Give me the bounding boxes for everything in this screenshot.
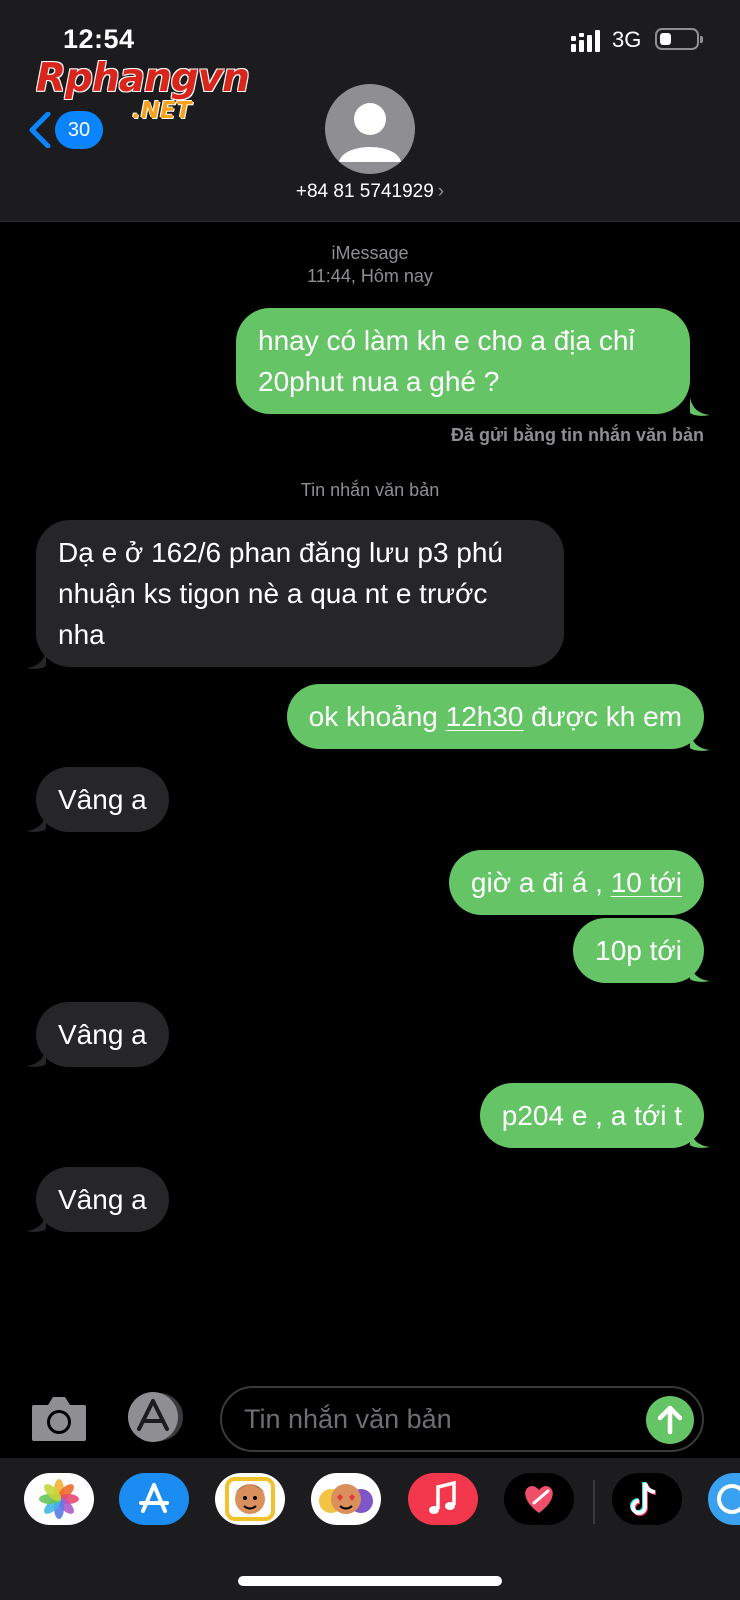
network-type: 3G bbox=[612, 27, 642, 52]
tiktok-icon[interactable] bbox=[612, 1473, 682, 1525]
app-store-icon[interactable] bbox=[119, 1473, 189, 1525]
contact-avatar[interactable] bbox=[325, 84, 415, 174]
outgoing-message[interactable]: hnay có làm kh e cho a địa chỉ 20phut nu… bbox=[236, 308, 690, 414]
back-button[interactable]: 30 bbox=[28, 108, 108, 152]
digital-touch-icon[interactable] bbox=[504, 1473, 574, 1525]
bubble-tail bbox=[690, 963, 710, 982]
message-line: Dạ e ở 162/6 phan đăng lưu p3 phú bbox=[58, 537, 504, 568]
text-message-label: Tin nhắn văn bản bbox=[300, 480, 440, 500]
bubble-tail bbox=[690, 1129, 710, 1148]
message-text: giờ a đi á , bbox=[470, 867, 611, 898]
message-input-placeholder: Tin nhắn văn bản bbox=[244, 1404, 452, 1434]
arrow-up-icon bbox=[657, 1405, 683, 1435]
time-link[interactable]: 10 tới bbox=[611, 867, 682, 898]
conversation-header: 12:54 3G Rphangvn .NET 30 +84 81 5741929… bbox=[0, 0, 740, 222]
signal-icon bbox=[571, 30, 600, 52]
bubble-tail bbox=[26, 650, 46, 669]
app-store-icon[interactable] bbox=[123, 1391, 185, 1443]
bubble-tail bbox=[690, 397, 710, 416]
message-text: ok khoảng bbox=[308, 701, 446, 732]
incoming-message[interactable]: Vâng a bbox=[36, 1002, 169, 1067]
contact-number: +84 81 5741929 bbox=[295, 181, 434, 202]
message-text: p204 e , a tới t bbox=[501, 1100, 682, 1131]
extra-app-icon[interactable] bbox=[708, 1473, 740, 1525]
message-text: được kh em bbox=[523, 701, 682, 732]
memoji-icon[interactable] bbox=[215, 1473, 285, 1525]
service-label: iMessage bbox=[331, 243, 409, 263]
message-line: nhuận ks tigon nè a qua nt e trước bbox=[58, 578, 488, 609]
watermark-main: Rphangvn bbox=[36, 56, 250, 101]
chevron-left-icon bbox=[29, 112, 51, 148]
bubble-tail bbox=[26, 813, 46, 832]
sent-as-text-note: Đã gửi bằng tin nhắn văn bản bbox=[450, 425, 704, 445]
photos-icon[interactable] bbox=[24, 1473, 94, 1525]
bubble-tail bbox=[26, 1213, 46, 1232]
message-line: nha bbox=[58, 619, 105, 650]
home-indicator[interactable] bbox=[238, 1576, 502, 1586]
send-button[interactable] bbox=[646, 1396, 694, 1444]
music-icon[interactable] bbox=[408, 1473, 478, 1525]
contact-name[interactable]: +84 81 5741929 › bbox=[0, 181, 740, 203]
bubble-tail bbox=[690, 732, 710, 751]
incoming-message[interactable]: Vâng a bbox=[36, 1167, 169, 1232]
outgoing-message[interactable]: p204 e , a tới t bbox=[479, 1083, 704, 1148]
app-drawer bbox=[0, 1458, 740, 1600]
message-line: 20phut nua a ghé ? bbox=[258, 366, 500, 397]
unread-count-badge: 30 bbox=[55, 111, 103, 149]
message-line: hnay có làm kh e cho a địa chỉ bbox=[258, 325, 635, 356]
drawer-divider bbox=[593, 1480, 595, 1524]
watermark-sub: .NET bbox=[132, 98, 192, 124]
time-link[interactable]: 12h30 bbox=[446, 701, 524, 732]
person-icon bbox=[339, 103, 401, 162]
message-text: Vâng a bbox=[58, 784, 147, 815]
message-text: 10p tới bbox=[595, 935, 682, 966]
message-text: Vâng a bbox=[58, 1184, 147, 1215]
thread-timestamp: 11:44, Hôm nay bbox=[307, 266, 433, 286]
outgoing-message[interactable]: ok khoảng 12h30 được kh em bbox=[286, 684, 704, 749]
outgoing-message[interactable]: giờ a đi á , 10 tới bbox=[448, 850, 704, 915]
outgoing-message[interactable]: 10p tới bbox=[573, 918, 704, 983]
message-text: Vâng a bbox=[58, 1019, 147, 1050]
incoming-message[interactable]: Dạ e ở 162/6 phan đăng lưu p3 phú nhuận … bbox=[36, 520, 564, 667]
camera-icon[interactable] bbox=[30, 1393, 88, 1443]
status-time: 12:54 bbox=[63, 24, 135, 54]
battery-icon bbox=[655, 28, 703, 50]
message-input[interactable]: Tin nhắn văn bản bbox=[220, 1386, 704, 1452]
incoming-message[interactable]: Vâng a bbox=[36, 767, 169, 832]
bubble-tail bbox=[26, 1048, 46, 1067]
animoji-icon[interactable] bbox=[311, 1473, 381, 1525]
chevron-right-icon: › bbox=[437, 181, 445, 202]
